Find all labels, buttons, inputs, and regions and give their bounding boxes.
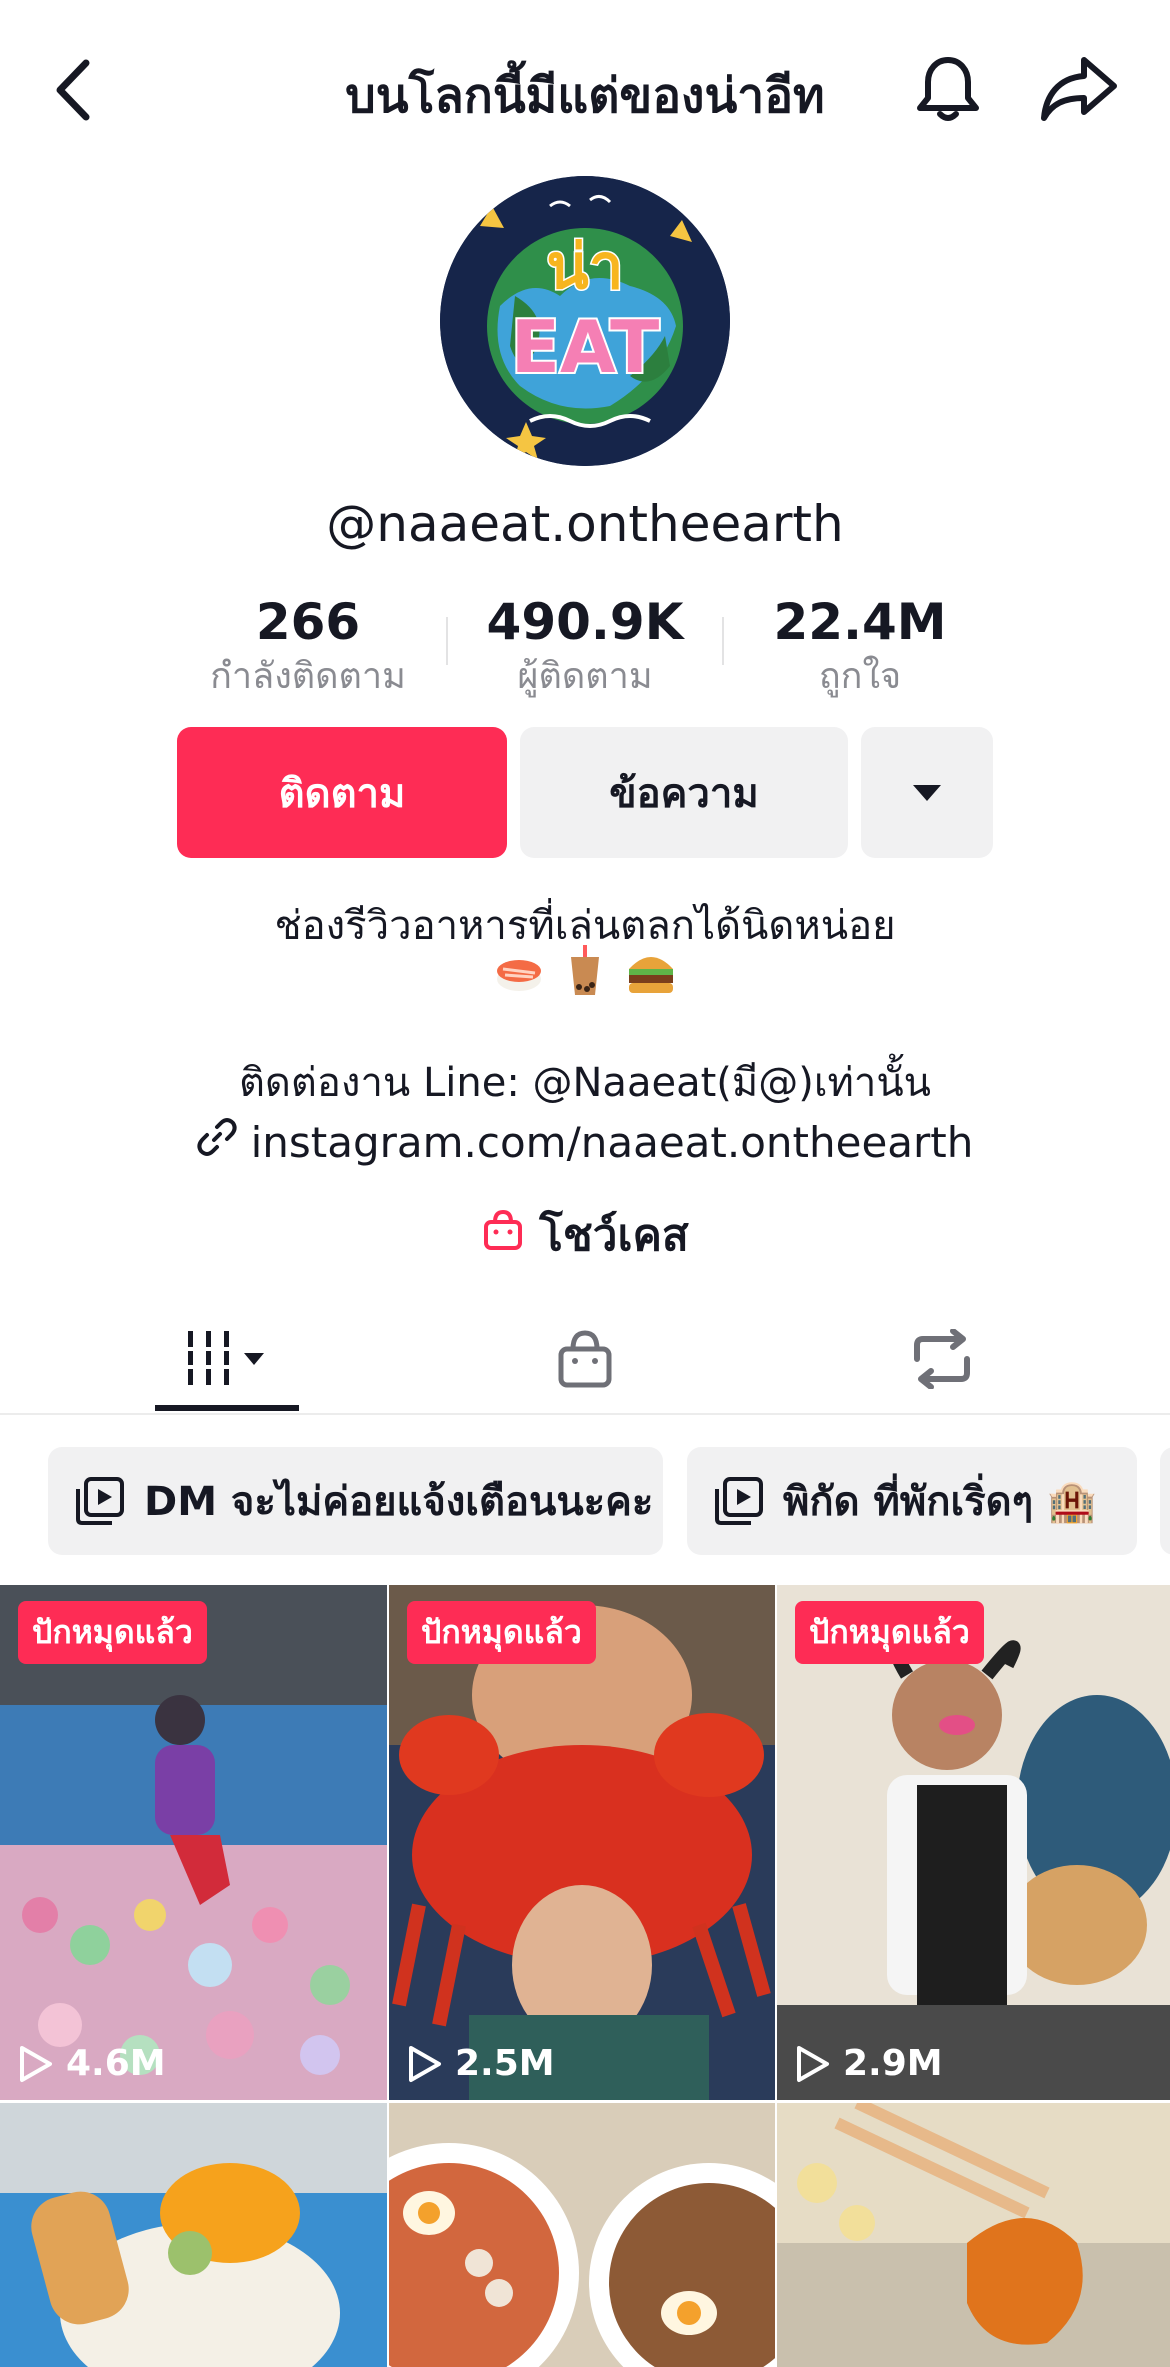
shop-bag-icon <box>558 1330 612 1388</box>
profile-tabs <box>0 1305 1170 1415</box>
repost-icon <box>914 1329 970 1389</box>
tab-videos[interactable] <box>155 1305 299 1413</box>
view-count-text: 4.6M <box>66 2043 166 2084</box>
follow-button[interactable]: ติดตาม <box>177 727 507 858</box>
playlists-row: DM จะไม่ค่อยแจ้งเตือนนะคะ พิกัด ที่พักเร… <box>0 1447 1170 1557</box>
username: @naaeat.ontheearth <box>326 495 844 553</box>
link-text: instagram.com/naaeat.ontheearth <box>250 1117 974 1167</box>
message-button[interactable]: ข้อความ <box>520 727 848 858</box>
divider <box>722 617 724 665</box>
tab-reposts[interactable] <box>870 1305 1014 1413</box>
thumbnail-image <box>0 2103 387 2367</box>
playlist-chip[interactable]: พิกัด ที่พักเริ่ดๆ 🏨 <box>687 1447 1137 1555</box>
stat-value: 22.4M <box>773 593 947 651</box>
active-tab-indicator <box>155 1405 299 1411</box>
share-icon[interactable] <box>1040 52 1120 124</box>
profile-stats: 266 กำลังติดตาม 490.9K ผู้ติดตาม 22.4M ถ… <box>0 592 1170 702</box>
video-grid: ปักหมุดแล้ว 4.6M ปักหมุดแล้ว 2.5M ปักหมุ… <box>0 1585 1170 2367</box>
view-count-text: 2.9M <box>843 2043 943 2084</box>
bell-icon[interactable] <box>912 52 984 124</box>
pinned-badge: ปักหมุดแล้ว <box>407 1601 596 1664</box>
burger-icon <box>625 945 677 997</box>
avatar-text-top: น่า <box>546 230 623 303</box>
playlist-label: พิกัด ที่พักเริ่ดๆ 🏨 <box>783 1479 1097 1525</box>
bio-contact: ติดต่องาน Line: @Naaeat(มี@)เท่านั้น <box>238 1060 932 1106</box>
avatar-text-bottom: EAT <box>511 305 659 389</box>
videos-grid-icon <box>188 1331 264 1385</box>
playlist-chip[interactable] <box>1160 1447 1170 1555</box>
thumbnail-image <box>389 2103 775 2367</box>
bio-emojis <box>0 945 1170 997</box>
avatar[interactable]: น่า EAT <box>440 176 730 466</box>
video-thumbnail[interactable] <box>0 2103 387 2367</box>
page-title: บนโลกนี้มีแต่ของน่าอีท <box>345 68 825 124</box>
view-count: 2.9M <box>795 2043 943 2084</box>
play-icon <box>797 2045 829 2082</box>
tab-shop[interactable] <box>513 1305 657 1413</box>
more-options-button[interactable] <box>861 727 993 858</box>
bubble-tea-icon <box>559 945 611 997</box>
playlist-chip[interactable]: DM จะไม่ค่อยแจ้งเตือนนะคะ <box>48 1447 663 1555</box>
pinned-badge: ปักหมุดแล้ว <box>18 1601 207 1664</box>
stat-value: 490.9K <box>486 593 684 651</box>
top-bar: บนโลกนี้มีแต่ของน่าอีท <box>0 0 1170 175</box>
video-thumbnail[interactable] <box>389 2103 775 2367</box>
view-count: 4.6M <box>18 2043 166 2084</box>
stat-likes[interactable]: 22.4M ถูกใจ <box>730 592 990 702</box>
video-thumbnail[interactable]: ปักหมุดแล้ว 2.9M <box>777 1585 1170 2100</box>
chevron-down-icon <box>913 784 941 801</box>
video-thumbnail[interactable]: ปักหมุดแล้ว 4.6M <box>0 1585 387 2100</box>
showcase-label: โชว์เคส <box>539 1210 689 1261</box>
shopping-bag-icon <box>481 1208 525 1263</box>
back-icon[interactable] <box>50 55 100 125</box>
playlist-icon <box>715 1477 763 1525</box>
video-thumbnail[interactable]: ปักหมุดแล้ว 2.5M <box>389 1585 775 2100</box>
link-icon <box>196 1117 237 1167</box>
play-icon <box>409 2045 441 2082</box>
thumbnail-image <box>777 2103 1170 2367</box>
showcase-link[interactable]: โชว์เคส <box>0 1200 1170 1270</box>
stat-followers[interactable]: 490.9K ผู้ติดตาม <box>455 592 715 702</box>
divider <box>446 617 448 665</box>
stat-label: กำลังติดตาม <box>210 656 406 697</box>
stat-value: 266 <box>255 593 361 651</box>
view-count-text: 2.5M <box>455 2043 555 2084</box>
video-thumbnail[interactable] <box>777 2103 1170 2367</box>
play-icon <box>20 2045 52 2082</box>
pinned-badge: ปักหมุดแล้ว <box>795 1601 984 1664</box>
playlist-label: DM จะไม่ค่อยแจ้งเตือนนะคะ <box>144 1479 654 1525</box>
bio-link[interactable]: instagram.com/naaeat.ontheearth <box>0 1117 1170 1167</box>
stat-label: ผู้ติดตาม <box>517 656 653 697</box>
view-count: 2.5M <box>407 2043 555 2084</box>
sushi-icon <box>493 945 545 997</box>
playlist-icon <box>76 1477 124 1525</box>
stat-following[interactable]: 266 กำลังติดตาม <box>178 592 438 702</box>
stat-label: ถูกใจ <box>818 656 902 697</box>
